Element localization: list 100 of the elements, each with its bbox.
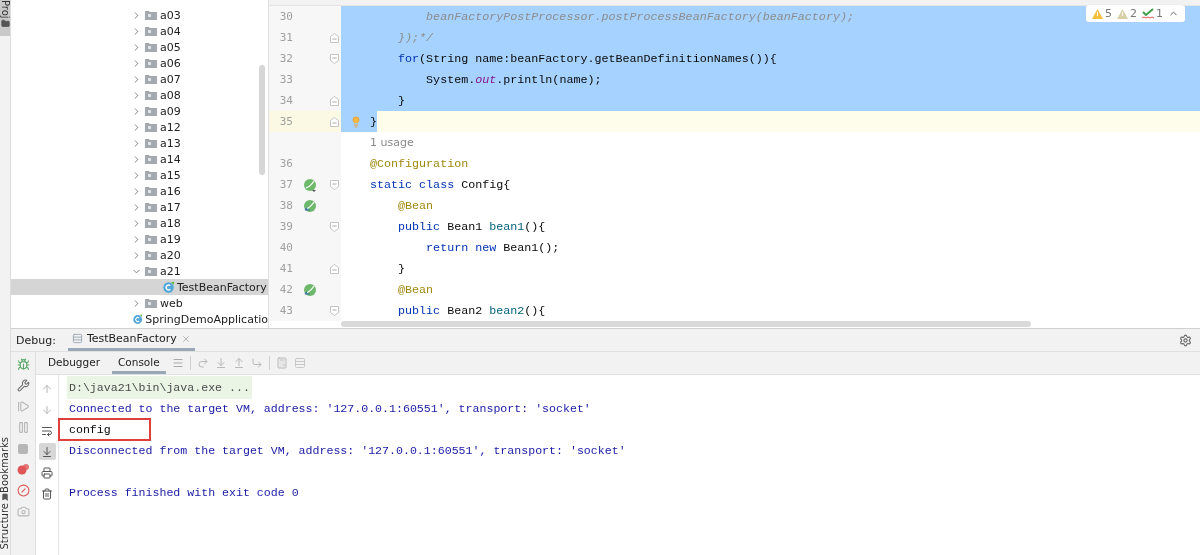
bean-icon[interactable] (303, 177, 317, 192)
lightbulb-icon[interactable] (349, 115, 362, 128)
fold-marker-icon[interactable] (329, 53, 339, 64)
close-icon[interactable] (180, 333, 191, 344)
tree-item[interactable]: a08 (11, 87, 268, 103)
step-out-icon[interactable] (232, 357, 245, 369)
folder-icon (145, 298, 157, 308)
bookmark-icon (1, 492, 9, 501)
tree-item[interactable]: TestBeanFactory (11, 279, 268, 295)
line-number: 39 (278, 220, 293, 233)
fold-marker-icon[interactable] (329, 95, 339, 106)
menu-icon[interactable] (171, 357, 184, 369)
console-line: Process finished with exit code 0 (68, 485, 300, 501)
run-to-cursor-icon[interactable] (250, 357, 263, 369)
folder-icon (145, 106, 157, 116)
warning-icon[interactable] (1092, 8, 1103, 19)
code-line: } (397, 260, 406, 278)
scrollbar[interactable] (259, 65, 265, 175)
console-line: Connected to the target VM, address: '127.0.0.1:60551', transport: 'socket' (68, 401, 592, 417)
panel-tab[interactable]: Debugger (42, 352, 106, 374)
tree-item[interactable]: a06 (11, 55, 268, 71)
line-number: 34 (278, 94, 293, 107)
folder-icon (145, 202, 157, 212)
class-icon (133, 313, 143, 325)
code-line: @Bean (397, 281, 434, 299)
line-number: 43 (278, 304, 293, 317)
folder-icon (145, 266, 157, 276)
folder-icon (145, 26, 157, 36)
code-line: for(String name:beanFactory.getBeanDefinitionNames()){ (397, 50, 777, 68)
tree-item[interactable]: a13 (11, 135, 268, 151)
folder-icon (145, 138, 157, 148)
folder-icon (145, 10, 157, 20)
code-line: System.out.println(name); (425, 71, 602, 89)
bean-icon[interactable] (303, 282, 317, 297)
fold-marker-icon[interactable] (329, 179, 339, 190)
folder-icon (145, 58, 157, 68)
inspection-count: 1 (1156, 7, 1163, 20)
tree-item[interactable]: a14 (11, 151, 268, 167)
folder-icon (145, 250, 157, 260)
code-line: beanFactoryPostProcessor.postProcessBeanFactory(beanFactory); (425, 8, 854, 26)
tree-item[interactable]: web (11, 295, 268, 311)
bean-icon[interactable] (303, 198, 317, 213)
class-icon (163, 281, 174, 293)
streams-icon[interactable] (293, 357, 306, 369)
line-number: 33 (278, 73, 293, 86)
typo-check-icon[interactable] (1142, 8, 1154, 19)
line-number: 40 (278, 241, 293, 254)
inspection-count: 2 (1130, 7, 1137, 20)
tree-item[interactable]: a09 (11, 103, 268, 119)
tree-item[interactable]: a21 (11, 263, 268, 279)
fold-marker-icon[interactable] (329, 221, 339, 232)
calculator-icon[interactable] (275, 357, 288, 369)
folder-icon (145, 122, 157, 132)
tree-item[interactable]: a03 (11, 7, 268, 23)
warning-icon[interactable] (1117, 8, 1128, 19)
folder-icon (145, 90, 157, 100)
tree-item[interactable]: a12 (11, 119, 268, 135)
scrollbar[interactable] (341, 321, 1031, 327)
panel-title: Debug: (16, 333, 56, 347)
usage-hint[interactable]: 1 usage (370, 136, 414, 149)
code-line: public Bean2 bean2(){ (397, 302, 546, 320)
code-line: public Bean1 bean1(){ (397, 218, 546, 236)
folder-icon (145, 234, 157, 244)
chevron-right-icon[interactable] (131, 249, 142, 261)
line-number: 31 (278, 31, 293, 44)
folder-icon (145, 154, 157, 164)
tree-item[interactable]: a20 (11, 247, 268, 263)
code-line: return new Bean1(); (425, 239, 560, 257)
folder-icon (0, 18, 10, 28)
line-number: 42 (278, 283, 293, 296)
step-over-icon[interactable] (196, 357, 209, 369)
fold-marker-icon[interactable] (329, 263, 339, 274)
folder-icon (145, 74, 157, 84)
tree-item[interactable]: a19 (11, 231, 268, 247)
tree-item[interactable]: a07 (11, 71, 268, 87)
code-line: } (397, 92, 406, 110)
settings-icon[interactable] (1179, 333, 1192, 347)
line-number: 32 (278, 52, 293, 65)
inspection-widget[interactable]: 5 2 1 (1086, 5, 1185, 22)
tree-item[interactable]: a17 (11, 199, 268, 215)
step-into-icon[interactable] (214, 357, 227, 369)
fold-marker-icon[interactable] (329, 32, 339, 43)
tree-item[interactable]: SpringDemoApplicatio (11, 311, 268, 327)
line-number: 36 (278, 157, 293, 170)
tree-item[interactable]: a05 (11, 39, 268, 55)
fold-marker-icon[interactable] (329, 116, 339, 127)
code-line: @Configuration (370, 155, 469, 173)
line-number: 30 (278, 10, 293, 23)
folder-icon (145, 42, 157, 52)
tree-item[interactable]: a04 (11, 23, 268, 39)
code-line: static class Config{ (370, 176, 511, 194)
code-line: });*/ (397, 29, 434, 47)
code-line: @Bean (397, 197, 434, 215)
console-tab-icon (71, 333, 83, 344)
fold-marker-icon[interactable] (329, 305, 339, 316)
tree-item[interactable]: a16 (11, 183, 268, 199)
line-number: 38 (278, 199, 293, 212)
tree-item[interactable]: a18 (11, 215, 268, 231)
tree-item[interactable]: a15 (11, 167, 268, 183)
folder-icon (145, 170, 157, 180)
